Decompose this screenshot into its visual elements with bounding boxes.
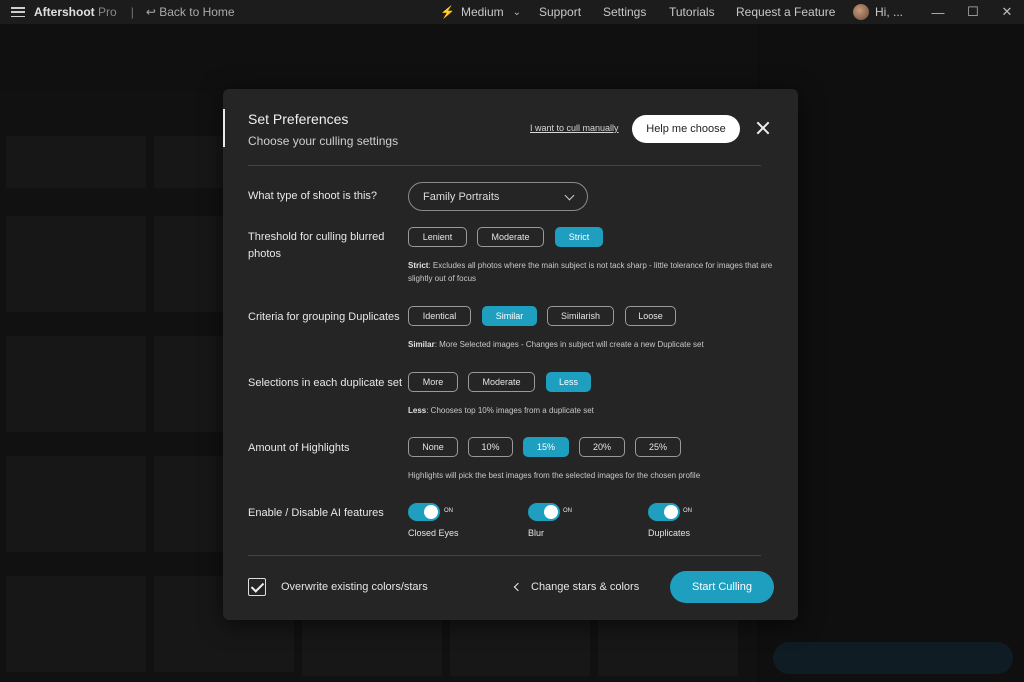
blur-label: Blur [528,528,545,538]
duplicates-description: Similar: More Selected images - Changes … [408,340,704,349]
sel-option-more[interactable]: More [408,372,458,392]
toggle-knob [664,505,678,519]
toggle-on-text: ON [563,508,572,514]
sel-option-less[interactable]: Less [546,372,591,392]
hl-option-10[interactable]: 10% [468,437,513,457]
duplicates-toggle[interactable] [648,503,680,521]
ai-features-label: Enable / Disable AI features [248,507,384,519]
divider [248,555,761,556]
chevron-left-icon [513,582,523,592]
hl-option-15[interactable]: 15% [523,437,569,457]
closed-eyes-toggle[interactable] [408,503,440,521]
app-brand: Aftershoot Pro [34,5,117,19]
set-preferences-dialog: Set Preferences Choose your culling sett… [223,89,798,620]
highlights-label: Amount of Highlights [248,442,350,454]
blur-option-moderate[interactable]: Moderate [477,227,544,247]
dup-option-similarish[interactable]: Similarish [547,306,614,326]
shoot-type-select[interactable]: Family Portraits [408,182,588,211]
menu-icon[interactable] [11,7,25,17]
blur-option-strict[interactable]: Strict [555,227,603,247]
toggle-on-text: ON [444,508,453,514]
user-menu[interactable]: Hi, ... [853,0,903,24]
dialog-title: Set Preferences [248,111,349,127]
chevron-down-icon: ⌄ [512,6,522,18]
closed-eyes-label: Closed Eyes [408,528,459,538]
start-culling-button[interactable]: Start Culling [670,571,774,603]
divider [248,165,761,166]
window-close-icon[interactable]: ✕ [990,0,1024,24]
speed-dropdown[interactable]: ⚡ Medium ⌄ [440,0,521,24]
back-to-home-link[interactable]: ↩ Back to Home [146,5,235,19]
request-feature-link[interactable]: Request a Feature [736,0,835,24]
sel-option-moderate[interactable]: Moderate [468,372,535,392]
blur-toggle[interactable] [528,503,560,521]
toggle-on-text: ON [683,508,692,514]
shoot-type-label: What type of shoot is this? [248,190,378,202]
title-separator: | [130,5,134,19]
avatar [853,4,869,20]
toggle-knob [544,505,558,519]
overwrite-checkbox[interactable] [248,578,266,596]
hl-option-none[interactable]: None [408,437,458,457]
selections-label: Selections in each duplicate set [248,377,403,389]
overwrite-label: Overwrite existing colors/stars [281,581,428,593]
settings-link[interactable]: Settings [603,0,646,24]
maximize-icon[interactable]: ☐ [956,0,990,24]
dialog-subtitle: Choose your culling settings [248,134,399,148]
dup-option-loose[interactable]: Loose [625,306,676,326]
hl-option-25[interactable]: 25% [635,437,681,457]
blur-threshold-label: Threshold for culling blurred photos [248,231,385,260]
minimize-icon[interactable]: — [921,0,955,24]
hl-option-20[interactable]: 20% [579,437,625,457]
title-accent-bar [223,109,225,147]
selections-description: Less: Chooses top 10% images from a dupl… [408,406,594,415]
bolt-icon: ⚡ [440,5,455,19]
cull-manually-link[interactable]: I want to cull manually [530,123,619,133]
highlights-description: Highlights will pick the best images fro… [408,471,701,480]
duplicates-label: Duplicates [648,528,691,538]
support-link[interactable]: Support [539,0,581,24]
change-stars-colors-link[interactable]: Change stars & colors [531,581,639,593]
dup-option-similar[interactable]: Similar [482,306,537,326]
blur-option-lenient[interactable]: Lenient [408,227,467,247]
toggle-knob [424,505,438,519]
blur-description: Strict: Excludes all photos where the ma… [408,261,773,283]
chevron-down-icon [564,190,575,201]
dup-option-identical[interactable]: Identical [408,306,471,326]
duplicates-criteria-label: Criteria for grouping Duplicates [248,311,400,323]
tutorials-link[interactable]: Tutorials [669,0,715,24]
close-icon[interactable] [754,119,772,137]
help-me-choose-button[interactable]: Help me choose [632,115,740,143]
